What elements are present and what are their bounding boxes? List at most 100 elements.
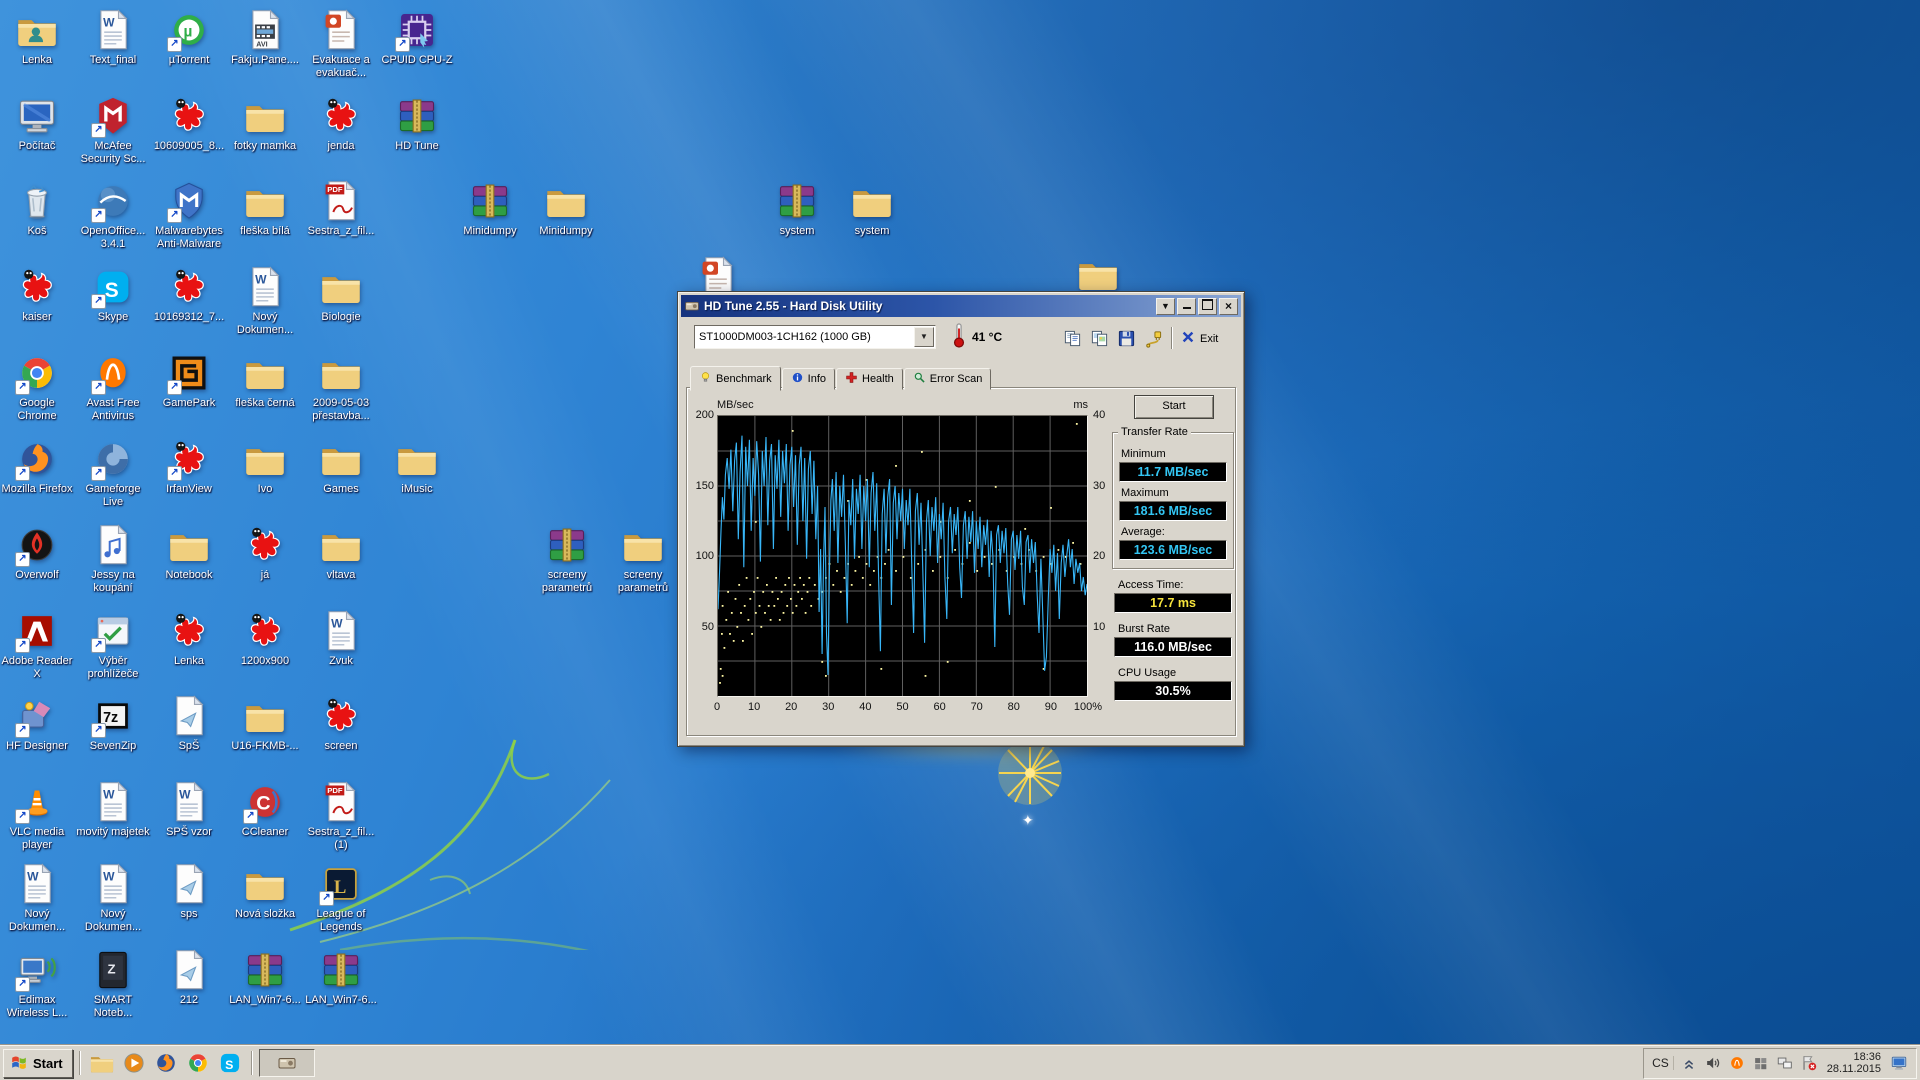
start-button[interactable]: Start — [3, 1049, 73, 1078]
desktop-icon[interactable]: Počítač — [0, 94, 75, 153]
desktop-icon[interactable]: Ivo — [227, 437, 303, 496]
desktop-icon[interactable]: WSPŠ vzor — [151, 780, 227, 839]
copy-image-button[interactable] — [1087, 327, 1111, 350]
desktop-icon[interactable]: Lenka — [151, 609, 227, 668]
desktop-icon[interactable]: screeny parametrů — [529, 523, 605, 595]
desktop-icon[interactable]: iMusic — [379, 437, 455, 496]
chevron-down-icon[interactable]: ▼ — [914, 327, 934, 347]
tab-benchmark[interactable]: Benchmark — [690, 366, 781, 391]
tray-network-icon[interactable] — [1776, 1054, 1795, 1073]
desktop-icon[interactable]: Games — [303, 437, 379, 496]
desktop-icon[interactable]: LAN_Win7-6... — [303, 948, 379, 1007]
desktop-icon[interactable]: screeny parametrů — [605, 523, 681, 595]
tab-info[interactable]: Info — [782, 368, 835, 390]
desktop-icon[interactable]: system — [834, 179, 910, 238]
desktop-icon[interactable]: 10169312_7... — [151, 265, 227, 324]
desktop-icon[interactable]: ↗Avast Free Antivirus — [75, 351, 151, 423]
desktop-icon[interactable]: µ↗µTorrent — [151, 8, 227, 67]
desktop-icon[interactable]: PDFSestra_z_fil... (1) — [303, 780, 379, 852]
desktop-icon[interactable]: 1200x900 — [227, 609, 303, 668]
desktop-icon[interactable]: 212 — [151, 948, 227, 1007]
quicklaunch-firefox[interactable] — [151, 1048, 181, 1078]
show-desktop-icon[interactable] — [1889, 1054, 1908, 1073]
desktop-icon[interactable]: Nová složka — [227, 862, 303, 921]
desktop-icon[interactable]: ↗McAfee Security Sc... — [75, 94, 151, 166]
tray-volume-icon[interactable] — [1704, 1054, 1723, 1073]
desktop-icon[interactable]: ↗CPUID CPU-Z — [379, 8, 455, 67]
rollup-button[interactable]: ▼ — [1156, 298, 1175, 315]
tab-health[interactable]: Health — [836, 368, 903, 390]
quicklaunch-chrome[interactable] — [183, 1048, 213, 1078]
desktop-icon[interactable]: SpŠ — [151, 694, 227, 753]
desktop-icon[interactable]: ZSMART Noteb... — [75, 948, 151, 1020]
taskbar-window-button-hdtune[interactable] — [259, 1049, 315, 1077]
minimize-button[interactable] — [1177, 298, 1196, 315]
desktop-icon[interactable]: C↗CCleaner — [227, 780, 303, 839]
desktop-icon[interactable]: Biologie — [303, 265, 379, 324]
start-benchmark-button[interactable]: Start — [1134, 395, 1214, 419]
desktop-icon[interactable]: LAN_Win7-6... — [227, 948, 303, 1007]
desktop-icon[interactable]: ↗Malwarebytes Anti-Malware — [151, 179, 227, 251]
desktop-icon[interactable]: ↗IrfanView — [151, 437, 227, 496]
desktop-icon[interactable]: U16-FKMB-... — [227, 694, 303, 753]
desktop-icon[interactable]: ↗HF Designer — [0, 694, 75, 753]
desktop-icon[interactable]: fotky mamka — [227, 94, 303, 153]
language-indicator[interactable]: CS — [1652, 1056, 1674, 1070]
desktop-icon[interactable]: WNový Dokumen... — [227, 265, 303, 337]
desktop-icon[interactable]: ↗Mozilla Firefox — [0, 437, 75, 496]
desktop-icon[interactable]: WNový Dokumen... — [0, 862, 75, 934]
desktop-icon[interactable]: WNový Dokumen... — [75, 862, 151, 934]
connect-button[interactable] — [1141, 327, 1165, 350]
desktop-icon[interactable]: Koš — [0, 179, 75, 238]
desktop-icon[interactable]: screen — [303, 694, 379, 753]
desktop-icon[interactable]: já — [227, 523, 303, 582]
desktop-icon[interactable]: vltava — [303, 523, 379, 582]
desktop-icon[interactable]: Minidumpy — [452, 179, 528, 238]
desktop-icon[interactable]: AVIFakju.Pane.... — [227, 8, 303, 67]
save-button[interactable] — [1114, 327, 1138, 350]
desktop-icon[interactable]: Wmovitý majetek — [75, 780, 151, 839]
tray-winflag-icon[interactable] — [1752, 1054, 1771, 1073]
desktop-icon[interactable]: fleška bílá — [227, 179, 303, 238]
desktop-icon[interactable]: HD Tune — [379, 94, 455, 153]
tray-avast-icon[interactable] — [1728, 1054, 1747, 1073]
desktop-icon[interactable]: ↗Výběr prohlížeče — [75, 609, 151, 681]
window-titlebar[interactable]: HD Tune 2.55 - Hard Disk Utility ▼ × — [681, 295, 1241, 317]
desktop-icon[interactable]: Lenka — [0, 8, 75, 67]
close-button[interactable]: × — [1219, 298, 1238, 315]
desktop-icon[interactable]: ↗GamePark — [151, 351, 227, 410]
desktop-icon[interactable]: kaiser — [0, 265, 75, 324]
desktop-icon[interactable]: Minidumpy — [528, 179, 604, 238]
desktop-icon[interactable]: jenda — [303, 94, 379, 153]
desktop-icon[interactable]: ↗VLC media player — [0, 780, 75, 852]
desktop-icon[interactable]: ↗Google Chrome — [0, 351, 75, 423]
desktop-icon[interactable]: Notebook — [151, 523, 227, 582]
quicklaunch-explorer[interactable] — [87, 1048, 117, 1078]
desktop-icon[interactable]: ↗Adobe Reader X — [0, 609, 75, 681]
desktop-icon[interactable]: 10609005_8... — [151, 94, 227, 153]
copy-text-button[interactable] — [1060, 327, 1084, 350]
quicklaunch-skype[interactable]: S — [215, 1048, 245, 1078]
desktop-icon[interactable] — [1060, 252, 1136, 296]
desktop-icon[interactable]: Evakuace a evakuač... — [303, 8, 379, 80]
desktop-icon[interactable]: PDFSestra_z_fil... — [303, 179, 379, 238]
desktop-icon[interactable]: ↗Edimax Wireless L... — [0, 948, 75, 1020]
desktop-icon[interactable]: 2009-05-03 přestavba... — [303, 351, 379, 423]
clock[interactable]: 18:36 28.11.2015 — [1825, 1051, 1883, 1076]
desktop-icon[interactable]: Jessy na koupání — [75, 523, 151, 595]
desktop-icon[interactable]: ↗Overwolf — [0, 523, 75, 582]
desktop-icon[interactable]: sps — [151, 862, 227, 921]
tab-error-scan[interactable]: Error Scan — [904, 368, 992, 390]
exit-button[interactable]: Exit — [1180, 327, 1218, 350]
desktop-icon[interactable]: 7z↗SevenZip — [75, 694, 151, 753]
desktop-icon[interactable]: fleška černá — [227, 351, 303, 410]
desktop-icon[interactable]: WZvuk — [303, 609, 379, 668]
desktop-icon[interactable]: ↗OpenOffice... 3.4.1 — [75, 179, 151, 251]
desktop-icon[interactable]: S↗Skype — [75, 265, 151, 324]
desktop-icon[interactable]: system — [759, 179, 835, 238]
desktop-icon[interactable]: L↗League of Legends — [303, 862, 379, 934]
desktop-icon[interactable]: ↗Gameforge Live — [75, 437, 151, 509]
drive-select[interactable]: ST1000DM003-1CH162 (1000 GB) ▼ — [694, 325, 936, 349]
maximize-button[interactable] — [1198, 298, 1217, 315]
desktop-icon[interactable]: WText_final — [75, 8, 151, 67]
